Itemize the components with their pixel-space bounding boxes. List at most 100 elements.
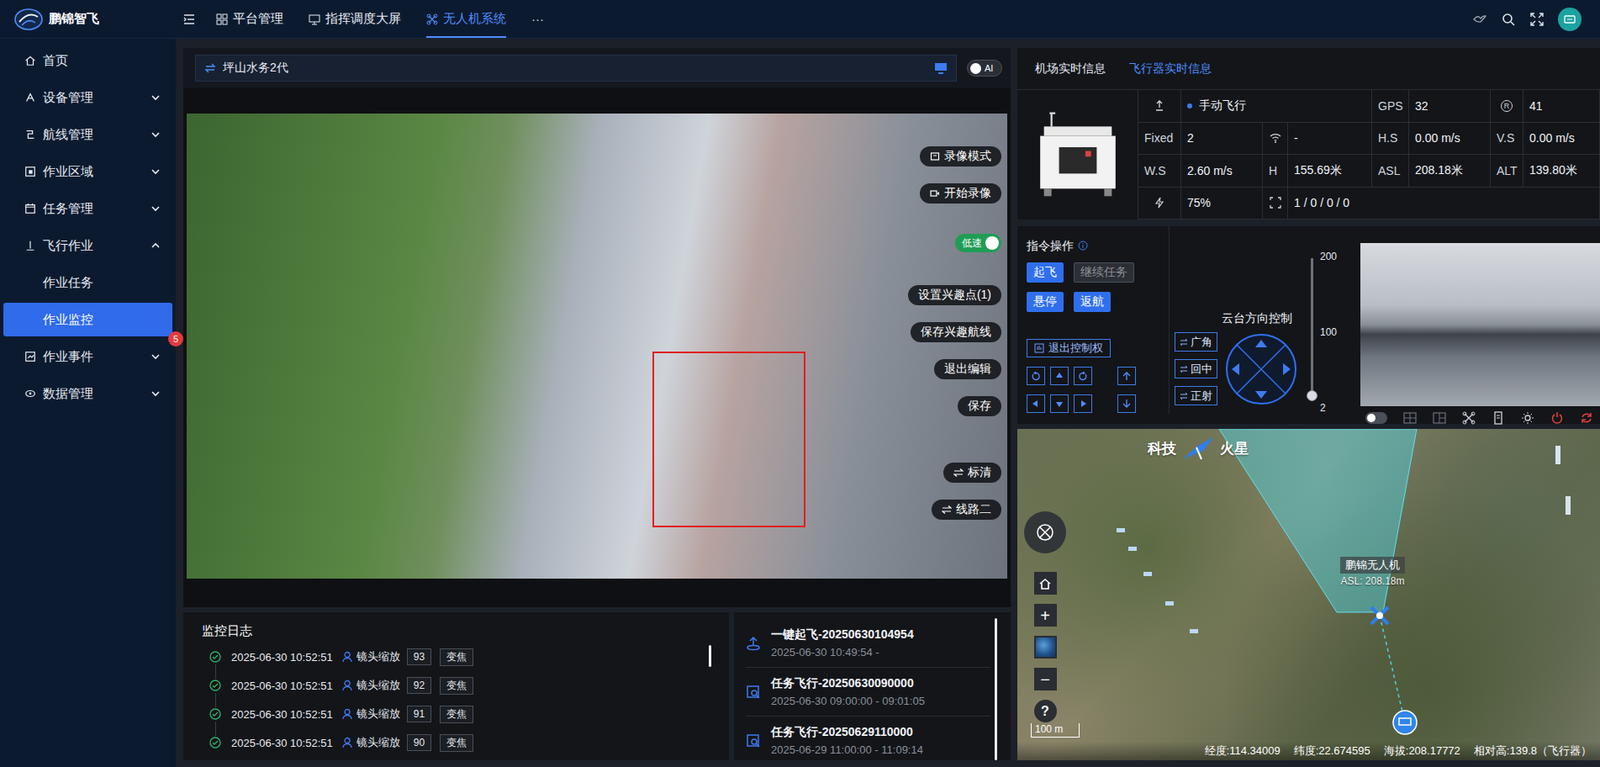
top-tab[interactable]: 无人机系统 — [426, 0, 507, 38]
log-row[interactable]: 2025-06-30 10:52:51 镜头缩放 93 变焦 — [209, 642, 713, 671]
slider-knob[interactable] — [1306, 390, 1318, 402]
slider-track[interactable] — [1310, 258, 1314, 397]
gimbal-row: 广角 回中 正射 — [1174, 332, 1298, 406]
takeoff-icon — [745, 635, 761, 651]
gimbal-button[interactable]: 回中 — [1174, 359, 1218, 379]
ascend-button[interactable] — [1117, 366, 1136, 386]
drone-name: 鹏锦无人机 — [1340, 556, 1405, 574]
speed-toggle[interactable]: 低速 — [955, 233, 1002, 253]
route-marker[interactable] — [1565, 496, 1571, 515]
route-marker[interactable] — [1143, 571, 1152, 576]
direction-pad — [1026, 366, 1093, 413]
rotate-right-button[interactable] — [1073, 366, 1093, 386]
record-item[interactable]: 任务飞行-20250629110000 2025-06-29 11:00:00 … — [745, 716, 991, 761]
bird-icon[interactable] — [1472, 11, 1488, 27]
release-control-button[interactable]: 退出控制权 — [1026, 338, 1111, 358]
sidebar-label: 作业监控 — [42, 311, 94, 328]
log-row[interactable]: 2025-06-30 10:52:51 镜头缩放 92 变焦 — [209, 670, 713, 700]
sidebar-item[interactable]: 任务管理 — [3, 191, 173, 226]
fullscreen-icon[interactable] — [1529, 11, 1545, 27]
log-row[interactable]: 2025-06-30 10:52:51 镜头缩放 91 变焦 — [209, 699, 713, 729]
left-button[interactable] — [1026, 394, 1046, 413]
record-item[interactable]: 一键起飞-20250630104954 2025-06-30 10:49:54 … — [745, 618, 991, 668]
light-icon[interactable] — [1520, 411, 1535, 425]
right-button[interactable] — [1073, 394, 1093, 413]
log-action: 镜头缩放 — [356, 734, 401, 750]
overlay-button[interactable]: 保存兴趣航线 — [910, 322, 1002, 343]
route-marker[interactable] — [1165, 601, 1174, 606]
area-icon — [24, 165, 37, 178]
more-menu[interactable]: ··· — [531, 0, 544, 38]
scrollbar-thumb[interactable] — [708, 644, 712, 667]
sidebar-item[interactable]: 设备管理 — [3, 80, 173, 115]
layer-button[interactable] — [1034, 635, 1057, 659]
flight-icon — [24, 239, 37, 252]
info-tab[interactable]: 机场实时信息 — [1034, 47, 1106, 90]
sidebar-item[interactable]: 作业区域 — [3, 154, 173, 189]
zoom-out-button[interactable]: − — [1034, 667, 1057, 691]
top-tab[interactable]: 平台管理 — [216, 0, 284, 38]
screen-icon[interactable] — [934, 62, 948, 74]
top-tab[interactable]: 指挥调度大屏 — [308, 0, 402, 38]
home-button[interactable] — [1034, 571, 1057, 595]
log-row[interactable]: 2025-06-30 10:52:51 镜头缩放 90 变焦 — [209, 728, 713, 757]
command-button[interactable]: 起飞 — [1026, 262, 1064, 283]
overlay-button[interactable]: 退出编辑 — [934, 359, 1002, 380]
sidebar-item[interactable]: 航线管理 — [3, 117, 173, 152]
restart-icon[interactable] — [1579, 411, 1594, 425]
forward-button[interactable] — [1050, 366, 1069, 386]
route-marker[interactable] — [1189, 628, 1199, 634]
route-marker[interactable] — [1128, 546, 1137, 551]
scrollbar-thumb[interactable] — [994, 617, 998, 761]
overlay-button[interactable]: 线路二 — [931, 499, 1002, 520]
info-icon[interactable] — [1077, 240, 1088, 251]
sidebar-item[interactable]: 数据管理 — [3, 376, 173, 411]
sidebar-item[interactable]: 首页 — [3, 43, 173, 78]
top-tab-label: 平台管理 — [232, 10, 284, 27]
drone-icon[interactable] — [1462, 411, 1476, 425]
zoom-slider[interactable]: 2001002 — [1301, 226, 1356, 424]
gimbal-button[interactable]: 广角 — [1174, 332, 1218, 352]
target-box[interactable] — [652, 351, 806, 528]
route-marker[interactable] — [1116, 528, 1125, 533]
split-icon[interactable] — [1403, 411, 1417, 425]
sidebar-item[interactable]: 作业任务 — [3, 265, 173, 300]
sidebar-item[interactable]: 作业监控 5 — [3, 302, 173, 337]
command-button[interactable]: 悬停 — [1026, 291, 1064, 312]
sidebar-item[interactable]: 飞行作业 — [3, 228, 173, 263]
person-icon — [341, 736, 354, 749]
ai-toggle[interactable]: AI — [966, 59, 1003, 77]
compass[interactable] — [1024, 511, 1067, 554]
video-feed[interactable]: 录像模式 开始录像 低速 设置兴趣点(1) 保存兴趣航线退出编辑保存 标清 线路二 — [186, 113, 1008, 579]
overlay-button[interactable]: 开始录像 — [919, 183, 1002, 204]
command-button[interactable]: 返航 — [1073, 291, 1111, 312]
brand[interactable]: 鹏锦智飞 — [0, 7, 176, 32]
device-icon[interactable] — [1491, 411, 1505, 425]
gimbal-button[interactable]: 正射 — [1174, 385, 1218, 406]
record-item[interactable]: 任务飞行-20250630090000 2025-06-30 09:00:00 … — [745, 667, 991, 717]
map[interactable]: 科技 火星 鹏锦无人机 ASL: 208.18m + − ? 100 m 经度:… — [1017, 428, 1600, 761]
power-icon[interactable] — [1550, 411, 1564, 425]
menu-icon[interactable] — [182, 12, 196, 27]
info-tab[interactable]: 飞行器实时信息 — [1129, 47, 1212, 90]
sidebar-item[interactable]: 作业事件 — [3, 339, 173, 374]
overlay-button[interactable]: 设置兴趣点(1) — [908, 285, 1002, 306]
camera-frame[interactable] — [1360, 242, 1600, 407]
overlay-button[interactable]: 标清 — [943, 462, 1002, 483]
drone-marker-icon[interactable] — [1371, 607, 1389, 624]
overlay-button[interactable]: 录像模式 — [919, 146, 1002, 167]
source-select[interactable]: 坪山水务2代 — [195, 54, 957, 82]
dock-marker-icon[interactable] — [1393, 710, 1417, 734]
user-avatar[interactable] — [1557, 7, 1582, 32]
help-button[interactable]: ? — [1034, 699, 1057, 723]
pip-toggle[interactable] — [1365, 411, 1388, 424]
route-marker[interactable] — [1555, 445, 1561, 465]
overlay-button[interactable]: 保存 — [957, 396, 1002, 417]
layout-icon[interactable] — [1432, 411, 1447, 425]
gimbal-dpad[interactable] — [1225, 332, 1298, 406]
zoom-in-button[interactable]: + — [1034, 603, 1057, 627]
search-icon[interactable] — [1500, 11, 1516, 27]
backward-button[interactable] — [1050, 394, 1069, 413]
rotate-left-button[interactable] — [1026, 366, 1046, 386]
descend-button[interactable] — [1117, 394, 1136, 413]
